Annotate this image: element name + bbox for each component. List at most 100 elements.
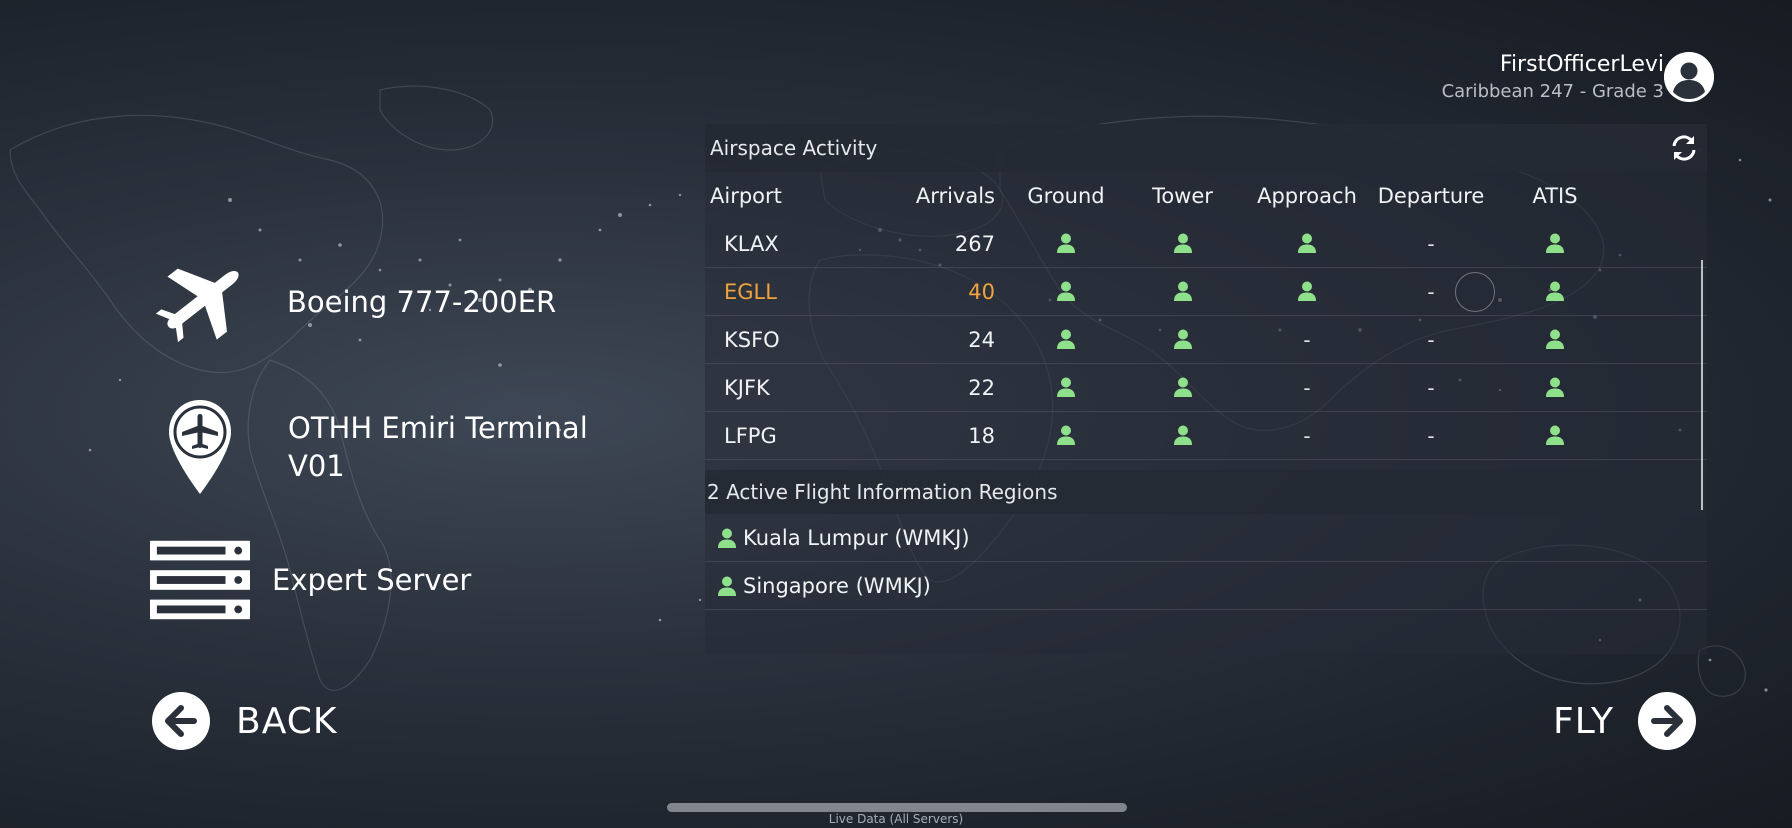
controller-fir-icon [717, 571, 737, 601]
back-label: BACK [236, 700, 338, 742]
controller-ground-icon [1056, 372, 1076, 402]
table-header: Airport Arrivals Ground Tower Approach D… [705, 172, 1707, 220]
ground-cell [995, 372, 1120, 403]
table-row[interactable]: KSFO 24 - - [705, 316, 1707, 364]
col-tower: Tower [1152, 184, 1213, 208]
arrivals-count: 40 [968, 279, 995, 304]
fir-list: Kuala Lumpur (WMKJ) Singapore (WMKJ) [705, 514, 1707, 610]
fir-item[interactable]: Kuala Lumpur (WMKJ) [705, 514, 1707, 562]
controller-approach-icon [1297, 276, 1317, 306]
approach-cell [1245, 276, 1369, 307]
atis-cell [1493, 228, 1617, 259]
col-departure: Departure [1377, 184, 1485, 208]
controller-atis-icon [1545, 276, 1565, 306]
col-approach: Approach [1257, 184, 1357, 208]
airport-code: LFPG [724, 423, 777, 448]
departure-cell: - [1427, 375, 1435, 400]
fir-name: Singapore (WMKJ) [743, 573, 931, 598]
col-ground: Ground [1027, 184, 1105, 208]
controller-ground-icon [1056, 228, 1076, 258]
arrivals-count: 24 [968, 327, 995, 352]
tower-cell [1120, 372, 1245, 403]
fly-label: FLY [1553, 700, 1614, 742]
aircraft-name: Boeing 777-200ER [287, 285, 557, 319]
airport-code: KLAX [724, 231, 779, 256]
username: FirstOfficerLevi [1499, 52, 1664, 77]
departure-cell: - [1427, 423, 1435, 448]
fly-button[interactable]: FLY [1553, 692, 1696, 750]
departure-cell: - [1427, 231, 1435, 256]
airspace-activity-panel: Airspace Activity Airport Arrivals Groun… [705, 124, 1707, 654]
controller-ground-icon [1056, 324, 1076, 354]
table-row[interactable]: LFPG 18 - - [705, 412, 1707, 460]
atis-cell [1493, 324, 1617, 355]
airport-code: EGLL [724, 279, 777, 304]
col-atis: ATIS [1532, 184, 1578, 208]
user-avatar-icon[interactable] [1664, 52, 1714, 102]
controller-tower-icon [1173, 372, 1193, 402]
arrivals-count: 18 [968, 423, 995, 448]
tower-cell [1120, 420, 1245, 451]
col-airport: Airport [710, 184, 782, 208]
fir-name: Kuala Lumpur (WMKJ) [743, 525, 970, 550]
server-icon [150, 540, 250, 620]
atis-cell [1493, 420, 1617, 451]
location-name: OTHH Emiri Terminal [288, 411, 588, 445]
controller-atis-icon [1545, 372, 1565, 402]
back-button[interactable]: BACK [152, 692, 337, 750]
airplane-icon [150, 262, 250, 342]
home-indicator-bar[interactable] [667, 803, 1127, 812]
controller-tower-icon [1173, 276, 1193, 306]
arrow-right-icon [1638, 692, 1696, 750]
airport-code: KJFK [724, 375, 770, 400]
table-row[interactable]: EGLL 40- [705, 268, 1707, 316]
tower-cell [1120, 228, 1245, 259]
tower-cell [1120, 324, 1245, 355]
fir-item[interactable]: Singapore (WMKJ) [705, 562, 1707, 610]
arrivals-count: 267 [954, 231, 995, 256]
ground-cell [995, 420, 1120, 451]
panel-title: Airspace Activity [710, 136, 878, 160]
location-selection[interactable]: OTHH Emiri Terminal V01 [150, 398, 588, 496]
live-data-caption: Live Data (All Servers) [828, 812, 964, 826]
touch-indicator [1455, 272, 1495, 312]
profile-subtitle: Caribbean 247 - Grade 3 [1441, 81, 1664, 102]
controller-atis-icon [1545, 228, 1565, 258]
controller-atis-icon [1545, 324, 1565, 354]
controller-ground-icon [1056, 420, 1076, 450]
table-scrollbar[interactable] [1701, 260, 1703, 510]
fir-header: 2 Active Flight Information Regions [705, 470, 1707, 514]
profile-info: FirstOfficerLevi Caribbean 247 - Grade 3 [1442, 50, 1664, 104]
table-row[interactable]: KLAX 267 - [705, 220, 1707, 268]
airspace-table: Airport Arrivals Ground Tower Approach D… [705, 172, 1707, 510]
table-row[interactable]: KJFK 22 - - [705, 364, 1707, 412]
atis-cell [1493, 276, 1617, 307]
controller-ground-icon [1056, 276, 1076, 306]
arrivals-count: 22 [968, 375, 995, 400]
approach-cell [1245, 228, 1369, 259]
atis-cell [1493, 372, 1617, 403]
aircraft-selection[interactable]: Boeing 777-200ER [150, 262, 556, 342]
panel-header: Airspace Activity [705, 124, 1707, 172]
controller-fir-icon [717, 523, 737, 553]
col-arrivals: Arrivals [915, 184, 995, 208]
controller-approach-icon [1297, 228, 1317, 258]
controller-tower-icon [1173, 228, 1193, 258]
controller-tower-icon [1173, 324, 1193, 354]
approach-cell: - [1303, 375, 1311, 400]
arrow-left-icon [152, 692, 210, 750]
server-selection[interactable]: Expert Server [150, 540, 471, 620]
departure-cell: - [1427, 327, 1435, 352]
ground-cell [995, 228, 1120, 259]
airport-code: KSFO [724, 327, 780, 352]
ground-cell [995, 276, 1120, 307]
airport-pin-icon [150, 398, 250, 496]
approach-cell: - [1303, 423, 1311, 448]
location-gate: V01 [288, 449, 345, 483]
controller-tower-icon [1173, 420, 1193, 450]
airspace-rows: KLAX 267- EGLL 40- KSFO 24- - KJFK 22- - LFPG 18- - [705, 220, 1707, 460]
approach-cell: - [1303, 327, 1311, 352]
controller-atis-icon [1545, 420, 1565, 450]
refresh-icon[interactable] [1669, 133, 1699, 163]
server-name: Expert Server [272, 563, 472, 597]
